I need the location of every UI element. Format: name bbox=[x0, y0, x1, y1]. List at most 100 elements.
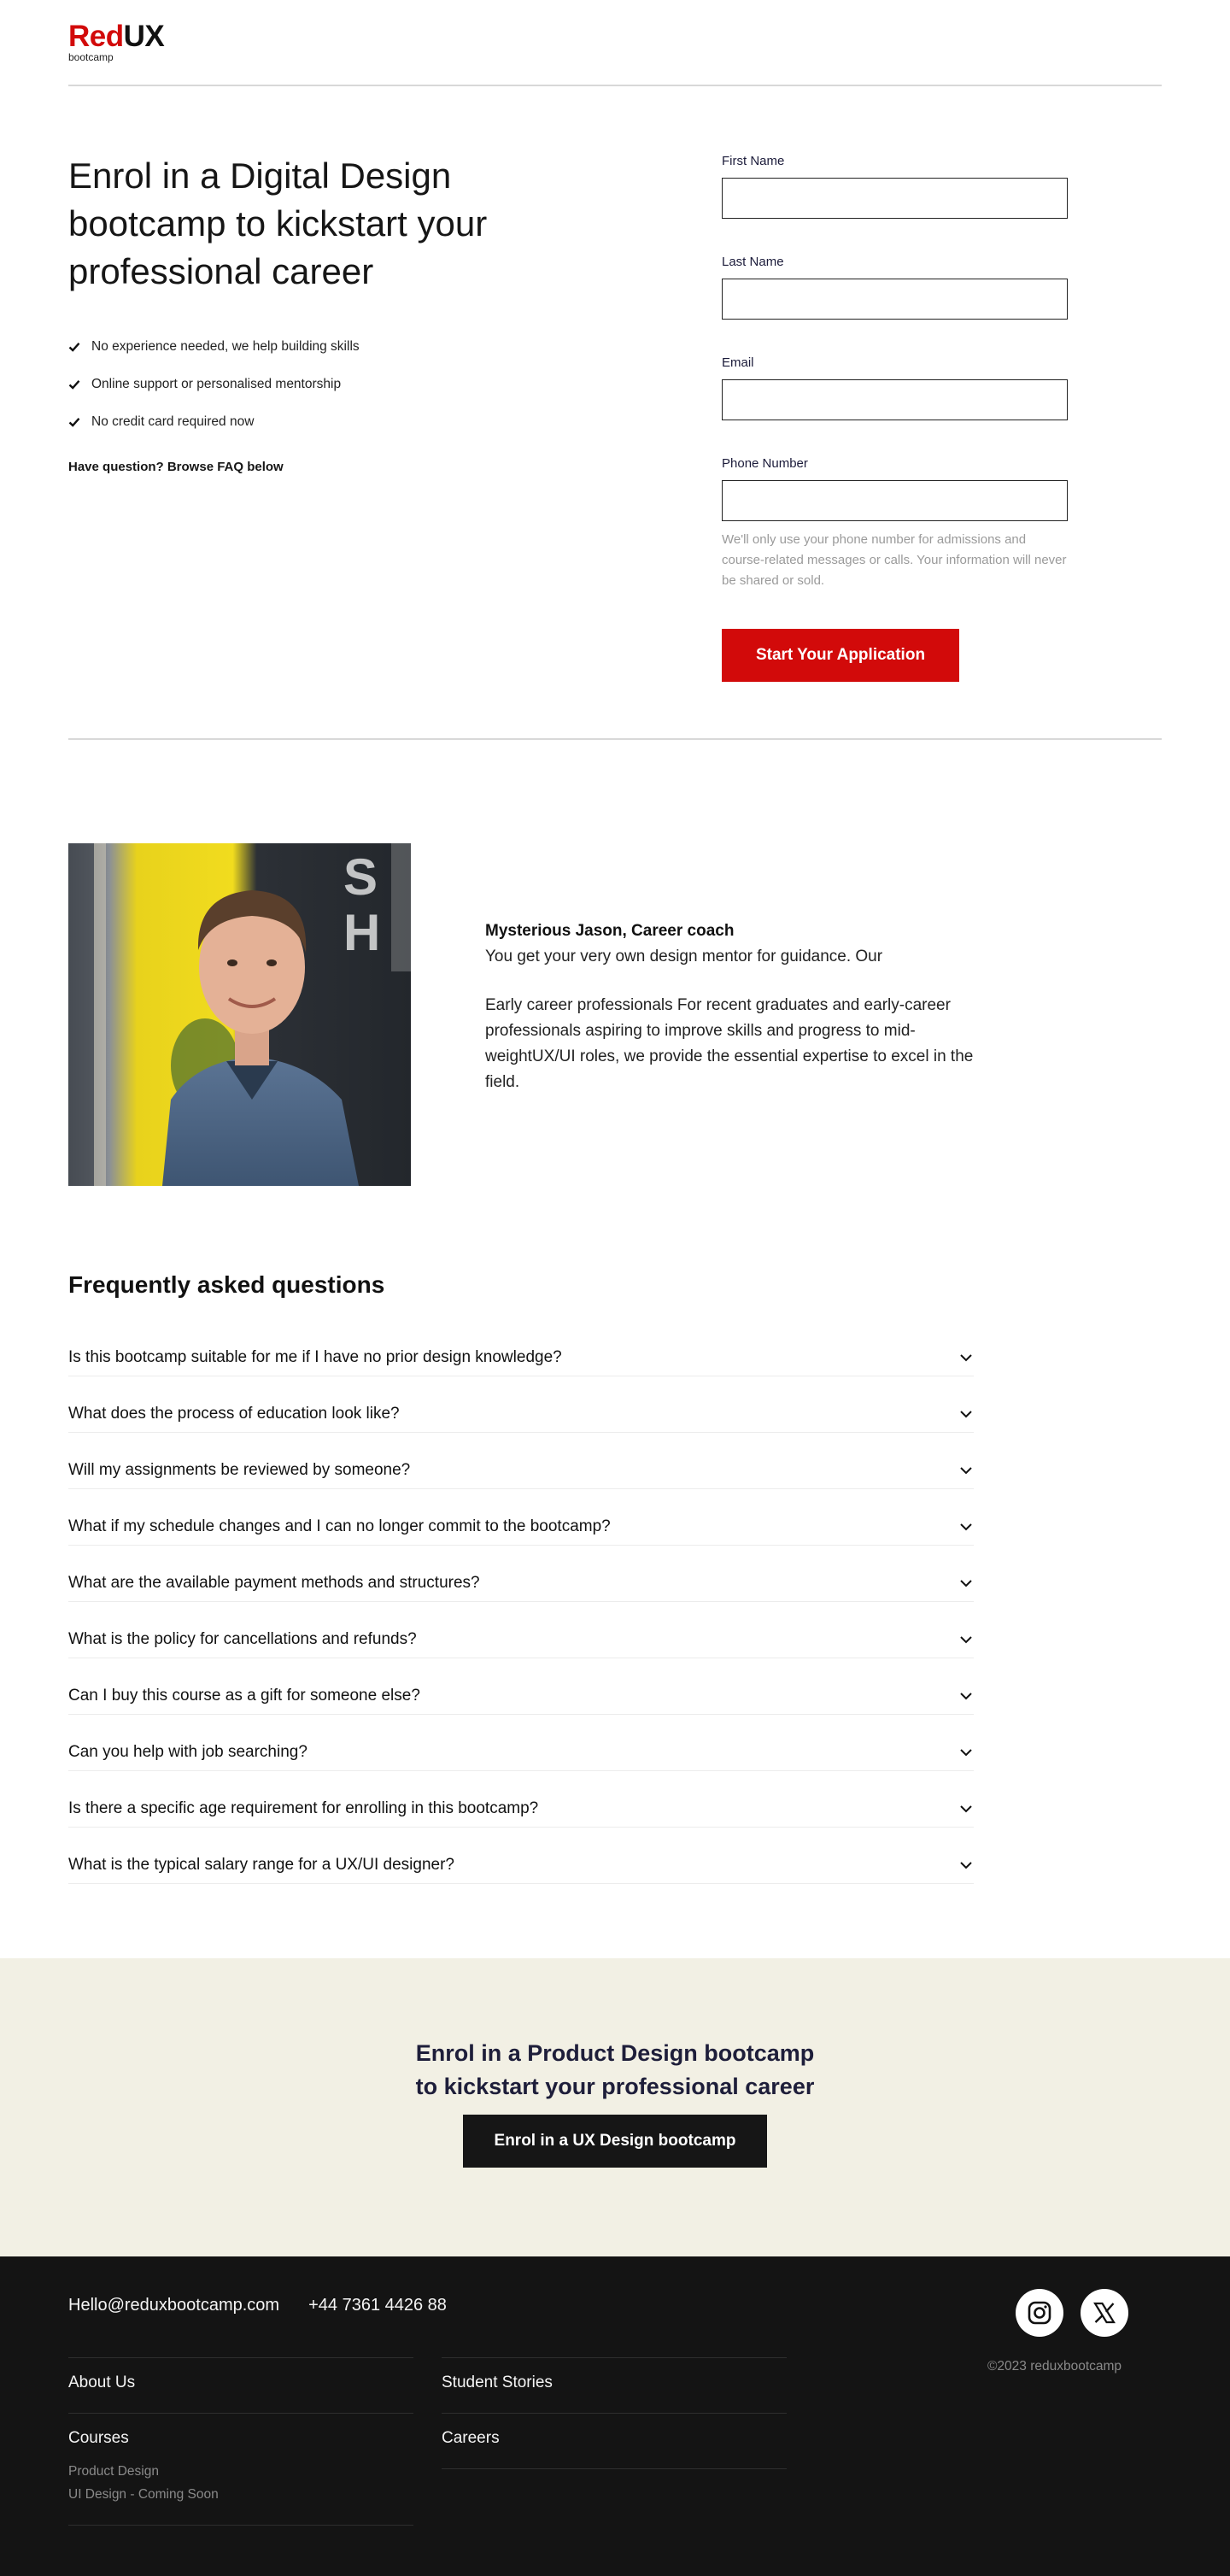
last-name-field: Last Name bbox=[722, 253, 1068, 320]
svg-text:H: H bbox=[343, 904, 380, 961]
chevron-down-icon bbox=[960, 1410, 972, 1417]
course-product-design-link[interactable]: Product Design bbox=[68, 2460, 413, 2483]
faq-item[interactable]: What does the process of education look … bbox=[68, 1376, 974, 1433]
faq-item[interactable]: Can I buy this course as a gift for some… bbox=[68, 1658, 974, 1715]
checkmark-icon bbox=[68, 418, 80, 427]
brand-logo[interactable]: RedUX bootcamp bbox=[68, 19, 1162, 62]
site-footer: Hello@reduxbootcamp.com +44 7361 4426 88 … bbox=[0, 2256, 1230, 2576]
phone-label: Phone Number bbox=[722, 456, 808, 471]
faq-item[interactable]: What is the policy for cancellations and… bbox=[68, 1602, 974, 1658]
faq-title: Frequently asked questions bbox=[68, 1271, 385, 1298]
phone-input[interactable] bbox=[722, 480, 1068, 521]
footer-email-link[interactable]: Hello@reduxbootcamp.com bbox=[68, 2296, 279, 2315]
chevron-down-icon bbox=[960, 1861, 972, 1869]
faq-question: What is the policy for cancellations and… bbox=[68, 1629, 417, 1648]
chevron-down-icon bbox=[960, 1523, 972, 1530]
logo-red-part: Red bbox=[68, 20, 124, 53]
chevron-down-icon bbox=[960, 1353, 972, 1361]
chevron-down-icon bbox=[960, 1466, 972, 1474]
hero-divider bbox=[68, 738, 1162, 740]
faq-list: Is this bootcamp suitable for me if I ha… bbox=[68, 1320, 974, 1884]
faq-item[interactable]: Is there a specific age requirement for … bbox=[68, 1771, 974, 1828]
benefit-item: No experience needed, we help building s… bbox=[68, 328, 360, 366]
faq-question: Can you help with job searching? bbox=[68, 1742, 308, 1761]
first-name-label: First Name bbox=[722, 154, 785, 168]
copyright-text: ©2023 reduxbootcamp bbox=[987, 2359, 1122, 2374]
svg-text:S: S bbox=[343, 848, 378, 906]
courses-link[interactable]: Courses bbox=[68, 2429, 413, 2460]
faq-item[interactable]: Can you help with job searching? bbox=[68, 1715, 974, 1771]
footer-divider bbox=[442, 2468, 787, 2469]
chevron-down-icon bbox=[960, 1579, 972, 1587]
faq-hint: Have question? Browse FAQ below bbox=[68, 460, 284, 474]
faq-question: Can I buy this course as a gift for some… bbox=[68, 1686, 420, 1705]
phone-field: Phone Number bbox=[722, 455, 1068, 521]
x-button[interactable] bbox=[1081, 2289, 1128, 2337]
footer-column-b: Student Stories Careers bbox=[442, 2357, 787, 2469]
faq-item[interactable]: Will my assignments be reviewed by someo… bbox=[68, 1433, 974, 1489]
coach-photo: S H bbox=[68, 843, 411, 1186]
email-input[interactable] bbox=[722, 379, 1068, 420]
header-divider bbox=[68, 85, 1162, 86]
last-name-label: Last Name bbox=[722, 255, 784, 269]
about-us-link[interactable]: About Us bbox=[68, 2374, 413, 2413]
faq-item[interactable]: What if my schedule changes and I can no… bbox=[68, 1489, 974, 1546]
enrol-ux-button[interactable]: Enrol in a UX Design bootcamp bbox=[463, 2115, 767, 2168]
first-name-input[interactable] bbox=[722, 178, 1068, 219]
course-ui-design-link[interactable]: UI Design - Coming Soon bbox=[68, 2483, 413, 2506]
footer-item-courses: Courses Product Design UI Design - Comin… bbox=[68, 2413, 413, 2525]
coach-description: Mysterious Jason, Career coach You get y… bbox=[485, 918, 981, 1095]
benefit-text: No credit card required now bbox=[91, 414, 255, 429]
site-header: RedUX bootcamp bbox=[68, 19, 1162, 62]
footer-phone-link[interactable]: +44 7361 4426 88 bbox=[308, 2296, 447, 2315]
benefits-list: No experience needed, we help building s… bbox=[68, 328, 360, 441]
chevron-down-icon bbox=[960, 1804, 972, 1812]
benefit-item: Online support or personalised mentorshi… bbox=[68, 366, 360, 403]
chevron-down-icon bbox=[960, 1692, 972, 1699]
faq-question: What does the process of education look … bbox=[68, 1404, 400, 1423]
start-application-button[interactable]: Start Your Application bbox=[722, 629, 959, 682]
email-field: Email bbox=[722, 354, 1068, 420]
faq-item[interactable]: What is the typical salary range for a U… bbox=[68, 1828, 974, 1884]
checkmark-icon bbox=[68, 343, 80, 352]
person-photo-icon: S H bbox=[68, 843, 411, 1186]
checkmark-icon bbox=[68, 380, 80, 390]
faq-question: What if my schedule changes and I can no… bbox=[68, 1517, 611, 1535]
faq-question: What are the available payment methods a… bbox=[68, 1573, 480, 1592]
footer-item-about: About Us bbox=[68, 2357, 413, 2413]
chevron-down-icon bbox=[960, 1635, 972, 1643]
cta-title-line2: to kickstart your professional career bbox=[415, 2074, 815, 2099]
benefit-text: No experience needed, we help building s… bbox=[91, 339, 360, 354]
student-stories-link[interactable]: Student Stories bbox=[442, 2374, 787, 2413]
coach-name: Mysterious Jason, Career coach bbox=[485, 922, 735, 940]
benefit-text: Online support or personalised mentorshi… bbox=[91, 377, 342, 391]
cta-title-line1: Enrol in a Product Design bootcamp bbox=[415, 2040, 815, 2066]
footer-contact: Hello@reduxbootcamp.com +44 7361 4426 88 bbox=[68, 2296, 447, 2315]
application-form: First Name Last Name Email Phone Number … bbox=[722, 152, 1068, 682]
logo-black-part: UX bbox=[123, 20, 165, 53]
faq-item[interactable]: What are the available payment methods a… bbox=[68, 1546, 974, 1602]
cta-title: Enrol in a Product Design bootcamp to ki… bbox=[0, 2037, 1230, 2104]
faq-question: Is there a specific age requirement for … bbox=[68, 1799, 539, 1817]
coach-intro: You get your very own design mentor for … bbox=[485, 948, 883, 965]
footer-item-careers: Careers bbox=[442, 2413, 787, 2468]
faq-question: Will my assignments be reviewed by someo… bbox=[68, 1460, 411, 1479]
faq-question: What is the typical salary range for a U… bbox=[68, 1855, 454, 1874]
chevron-down-icon bbox=[960, 1748, 972, 1756]
coach-bio: Early career professionals For recent gr… bbox=[485, 996, 974, 1091]
email-label: Email bbox=[722, 355, 754, 370]
x-icon bbox=[1093, 2302, 1116, 2324]
footer-divider bbox=[68, 2525, 413, 2526]
faq-item[interactable]: Is this bootcamp suitable for me if I ha… bbox=[68, 1320, 974, 1376]
benefit-item: No credit card required now bbox=[68, 403, 360, 441]
footer-item-stories: Student Stories bbox=[442, 2357, 787, 2413]
logo-tagline: bootcamp bbox=[68, 51, 114, 63]
footer-column-a: About Us Courses Product Design UI Desig… bbox=[68, 2357, 413, 2526]
last-name-input[interactable] bbox=[722, 279, 1068, 320]
careers-link[interactable]: Careers bbox=[442, 2429, 787, 2468]
hero-title: Enrol in a Digital Design bootcamp to ki… bbox=[68, 155, 488, 291]
instagram-icon bbox=[1028, 2301, 1051, 2325]
cta-section: Enrol in a Product Design bootcamp to ki… bbox=[0, 1958, 1230, 2256]
first-name-field: First Name bbox=[722, 152, 1068, 219]
instagram-button[interactable] bbox=[1016, 2289, 1063, 2337]
